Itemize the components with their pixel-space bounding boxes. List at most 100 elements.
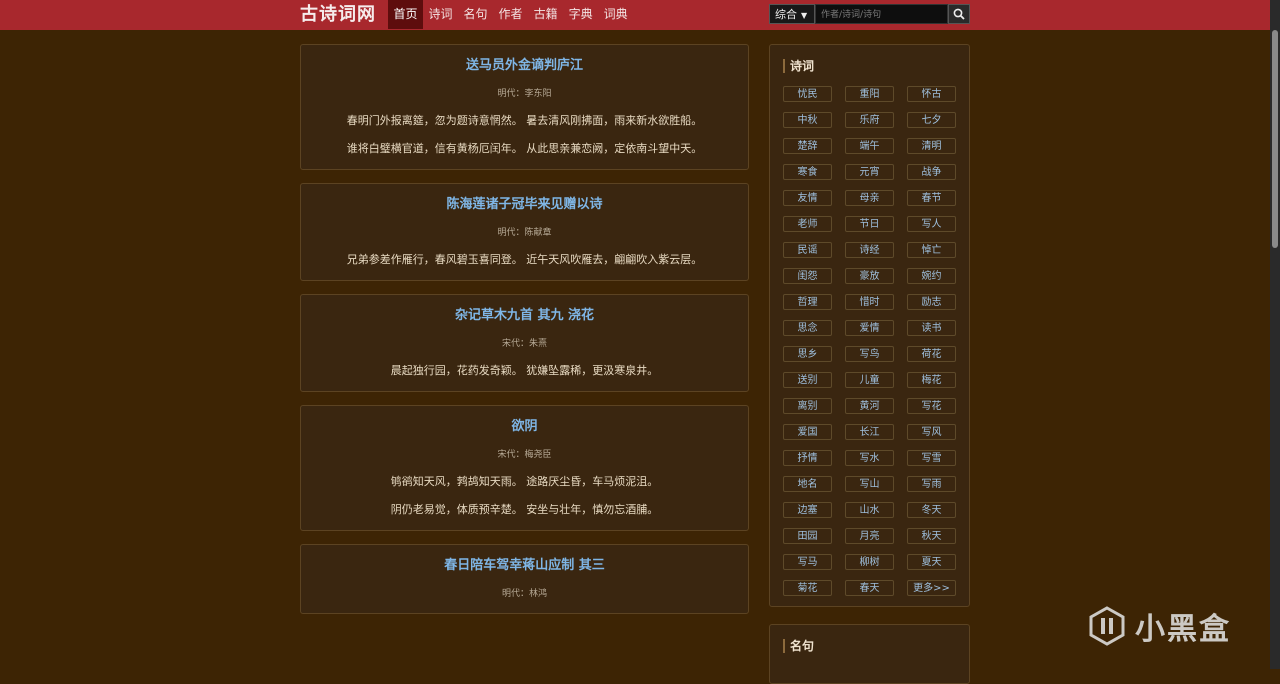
main-nav: 首页 诗词 名句 作者 古籍 字典 词典	[388, 0, 633, 29]
tag-link[interactable]: 写鸟	[845, 346, 894, 362]
tag-link[interactable]: 诗经	[845, 242, 894, 258]
tag-link[interactable]: 春天	[845, 580, 894, 596]
tag-link[interactable]: 夏天	[907, 554, 956, 570]
tag-link[interactable]: 菊花	[783, 580, 832, 596]
poem-card: 杂记草木九首 其九 浇花 宋代：朱熹 晨起独行园，花药发奇颖。 犹嫌坠露稀，更汲寒泉…	[300, 294, 749, 392]
tag-link[interactable]: 黄河	[845, 398, 894, 414]
tag-link[interactable]: 重阳	[845, 86, 894, 102]
tag-link[interactable]: 送别	[783, 372, 832, 388]
poem-title[interactable]: 春日陪车驾幸蒋山应制 其三	[311, 559, 738, 573]
poem-author[interactable]: 宋代：朱熹	[311, 339, 738, 349]
nav-item-1[interactable]: 诗词	[423, 0, 458, 29]
tag-link[interactable]: 清明	[907, 138, 956, 154]
nav-item-2[interactable]: 名句	[458, 0, 493, 29]
tag-link[interactable]: 元宵	[845, 164, 894, 180]
tag-link[interactable]: 怀古	[907, 86, 956, 102]
tag-link[interactable]: 闺怨	[783, 268, 832, 284]
poem-author[interactable]: 宋代：梅尧臣	[311, 450, 738, 460]
tag-link[interactable]: 柳树	[845, 554, 894, 570]
poem-title[interactable]: 杂记草木九首 其九 浇花	[311, 309, 738, 323]
tag-link[interactable]: 乐府	[845, 112, 894, 128]
scrollbar-thumb[interactable]	[1272, 30, 1278, 248]
poem-author[interactable]: 明代：李东阳	[311, 89, 738, 99]
poem-line: 兄弟参差作雁行，春风碧玉喜同登。 近午天风吹雁去，翩翩吹入紫云层。	[346, 253, 703, 266]
tag-link[interactable]: 忧民	[783, 86, 832, 102]
tag-link[interactable]: 悼亡	[907, 242, 956, 258]
tag-link[interactable]: 爱情	[845, 320, 894, 336]
tag-link[interactable]: 端午	[845, 138, 894, 154]
tag-link[interactable]: 边塞	[783, 502, 832, 518]
poem-list: 送马员外金谪判庐江明代：李东阳 春明门外报离筵，忽为题诗意惘然。 暑去清风刚拂面，…	[300, 44, 749, 627]
tag-link[interactable]: 地名	[783, 476, 832, 492]
tag-link[interactable]: 田园	[783, 528, 832, 544]
tag-link[interactable]: 离别	[783, 398, 832, 414]
poem-title[interactable]: 送马员外金谪判庐江	[311, 59, 738, 73]
tag-link[interactable]: 冬天	[907, 502, 956, 518]
tag-link[interactable]: 月亮	[845, 528, 894, 544]
search-type-select[interactable]: 综合 ▼	[769, 4, 815, 24]
tag-link[interactable]: 儿童	[845, 372, 894, 388]
sidebar: 诗词 忧民 重阳 怀古中秋 乐府 七夕楚辞 端午 清明寒食 元宵 战争友情 母亲 春节老师 节日 写人民…	[769, 44, 970, 607]
poem-author[interactable]: 明代：陈献章	[311, 228, 738, 238]
tag-link[interactable]: 秋天	[907, 528, 956, 544]
poem-card: 欲阴 宋代：梅尧臣 鸲鹆知天风，鹁鸪知天雨。 途路厌尘昏，车马烦泥沮。 阴仍老易觉，体…	[300, 405, 749, 531]
search-button[interactable]	[948, 4, 970, 24]
tag-link[interactable]: 写风	[907, 424, 956, 440]
tag-link[interactable]: 惜时	[845, 294, 894, 310]
tag-link[interactable]: 七夕	[907, 112, 956, 128]
tag-link[interactable]: 山水	[845, 502, 894, 518]
watermark-text: 小黑盒	[1135, 612, 1231, 647]
tag-link[interactable]: 写山	[845, 476, 894, 492]
tag-link[interactable]: 爱国	[783, 424, 832, 440]
search-bar: 综合 ▼ 作者/诗词/诗句	[769, 4, 970, 24]
tag-link[interactable]: 寒食	[783, 164, 832, 180]
more-tags-link[interactable]: 更多>>	[907, 580, 956, 596]
tag-link[interactable]: 荷花	[907, 346, 956, 362]
tag-link[interactable]: 节日	[845, 216, 894, 232]
poem-card: 送马员外金谪判庐江明代：李东阳 春明门外报离筵，忽为题诗意惘然。 暑去清风刚拂面，…	[300, 44, 749, 170]
nav-item-4[interactable]: 古籍	[528, 0, 563, 29]
poem-line: 谁将白璧横官道，信有黄杨厄闰年。 从此思亲兼恋阙，定依南斗望中天。	[346, 142, 703, 155]
tag-link[interactable]: 写马	[783, 554, 832, 570]
nav-item-5[interactable]: 字典	[563, 0, 598, 29]
tag-link[interactable]: 友情	[783, 190, 832, 206]
poem-title[interactable]: 陈海莲诸子冠毕来见赠以诗	[311, 198, 738, 212]
tag-link[interactable]: 写雪	[907, 450, 956, 466]
sidebar-title: 诗词	[783, 59, 956, 73]
poem-line: 鸲鹆知天风，鹁鸪知天雨。 途路厌尘昏，车马烦泥沮。	[390, 475, 659, 488]
poem-card: 陈海莲诸子冠毕来见赠以诗明代：陈献章 兄弟参差作雁行，春风碧玉喜同登。 近午天风吹…	[300, 183, 749, 281]
tag-link[interactable]: 写雨	[907, 476, 956, 492]
search-input[interactable]: 作者/诗词/诗句	[815, 4, 948, 24]
poem-line: 春明门外报离筵，忽为题诗意惘然。 暑去清风刚拂面，雨来新水欲胜船。	[346, 114, 703, 127]
tag-link[interactable]: 写水	[845, 450, 894, 466]
poem-title[interactable]: 欲阴	[311, 420, 738, 434]
chevron-down-icon: ▼	[801, 11, 808, 20]
tag-link[interactable]: 梅花	[907, 372, 956, 388]
tag-link[interactable]: 豪放	[845, 268, 894, 284]
tag-link[interactable]: 老师	[783, 216, 832, 232]
tag-link[interactable]: 春节	[907, 190, 956, 206]
tag-link[interactable]: 中秋	[783, 112, 832, 128]
nav-item-3[interactable]: 作者	[493, 0, 528, 29]
tag-link[interactable]: 民谣	[783, 242, 832, 258]
tag-link[interactable]: 写人	[907, 216, 956, 232]
tag-link[interactable]: 抒情	[783, 450, 832, 466]
nav-item-0[interactable]: 首页	[388, 0, 424, 29]
sidebar-panel-poems: 诗词 忧民 重阳 怀古中秋 乐府 七夕楚辞 端午 清明寒食 元宵 战争友情 母亲 春节老师 节日 写人民…	[769, 44, 970, 607]
tag-link[interactable]: 长江	[845, 424, 894, 440]
scrollbar[interactable]	[1270, 0, 1280, 669]
nav-item-6[interactable]: 词典	[598, 0, 633, 29]
search-icon	[953, 8, 965, 20]
tag-link[interactable]: 楚辞	[783, 138, 832, 154]
tag-link[interactable]: 哲理	[783, 294, 832, 310]
tag-link[interactable]: 读书	[907, 320, 956, 336]
tag-link[interactable]: 写花	[907, 398, 956, 414]
tag-link[interactable]: 励志	[907, 294, 956, 310]
poem-author[interactable]: 明代：林鸿	[311, 589, 738, 599]
tag-link[interactable]: 思念	[783, 320, 832, 336]
tag-link[interactable]: 婉约	[907, 268, 956, 284]
tag-link[interactable]: 思乡	[783, 346, 832, 362]
tag-link[interactable]: 母亲	[845, 190, 894, 206]
tag-link[interactable]: 战争	[907, 164, 956, 180]
site-logo[interactable]: 古诗词网	[300, 3, 376, 27]
